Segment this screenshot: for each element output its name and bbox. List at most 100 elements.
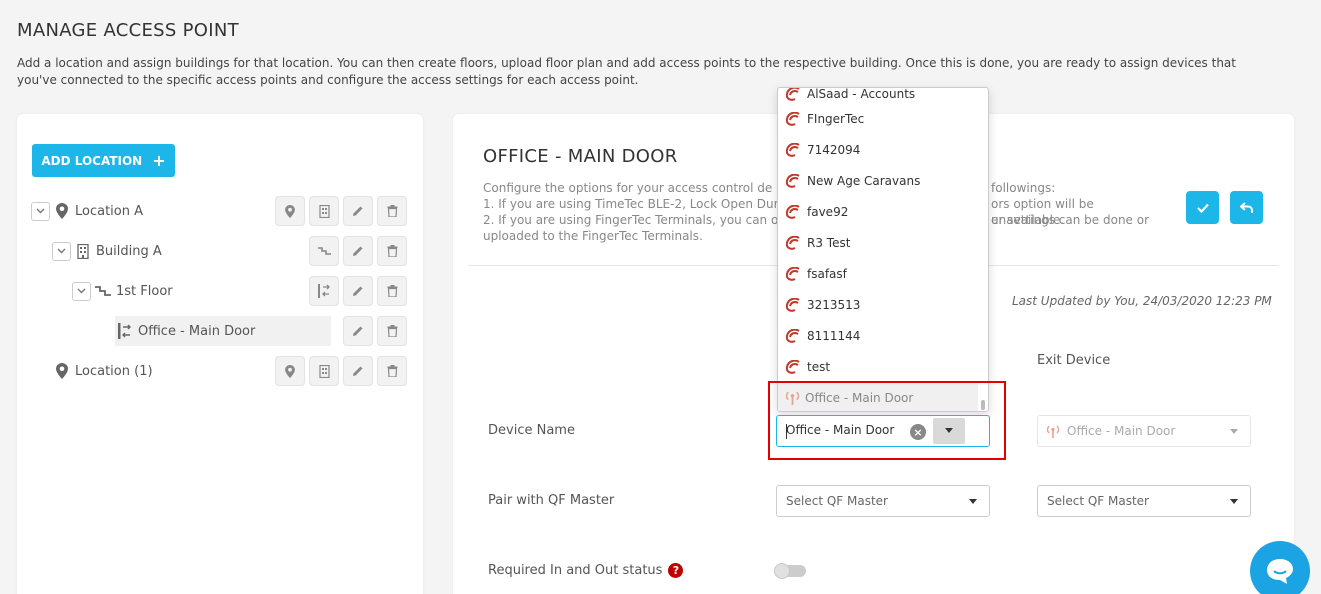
dropdown-option[interactable]: test bbox=[778, 351, 978, 382]
exit-device-select[interactable]: Office - Main Door bbox=[1037, 415, 1251, 447]
fingertec-logo-icon bbox=[786, 359, 801, 374]
fingertec-logo-icon bbox=[786, 235, 801, 250]
tree-node-location-a[interactable]: Location A bbox=[31, 196, 143, 226]
fingertec-logo-icon bbox=[786, 111, 801, 126]
delete-button[interactable] bbox=[377, 276, 407, 306]
antenna-icon bbox=[1047, 425, 1059, 438]
device-name-label-text: Device Name bbox=[488, 423, 575, 438]
trash-icon bbox=[387, 325, 397, 337]
check-icon bbox=[1196, 203, 1209, 213]
option-label: R3 Test bbox=[807, 235, 851, 250]
page-title: MANAGE ACCESS POINT bbox=[17, 20, 239, 41]
stairs-icon bbox=[317, 247, 331, 255]
dropdown-option[interactable]: FIngerTec bbox=[778, 103, 978, 134]
dropdown-option[interactable]: New Age Caravans bbox=[778, 165, 978, 196]
tree-node-office-main-door[interactable]: Office - Main Door bbox=[115, 316, 331, 346]
chat-widget-button[interactable] bbox=[1250, 541, 1310, 594]
option-label: fave92 bbox=[807, 204, 849, 219]
edit-button[interactable] bbox=[343, 196, 373, 226]
chat-bubble-icon bbox=[1267, 559, 1293, 584]
tree-node-label: 1st Floor bbox=[116, 283, 173, 299]
fingertec-logo-icon bbox=[786, 204, 801, 219]
description-line: 1. If you are using TimeTec BLE-2, Lock … bbox=[483, 197, 802, 211]
tree-node-building-a[interactable]: Building A bbox=[52, 236, 162, 266]
exit-qf-master-placeholder: Select QF Master bbox=[1047, 494, 1149, 508]
add-pin-button[interactable] bbox=[275, 196, 305, 226]
description-line: Configure the options for your access co… bbox=[483, 181, 773, 195]
trash-icon bbox=[387, 285, 397, 297]
annotation-highlight-box bbox=[768, 381, 1006, 460]
map-pin-icon bbox=[54, 363, 70, 379]
last-updated-text: Last Updated by You, 24/03/2020 12:23 PM bbox=[1012, 294, 1272, 308]
add-building-button[interactable] bbox=[309, 196, 339, 226]
entry-qf-master-placeholder: Select QF Master bbox=[786, 494, 888, 508]
fingertec-logo-icon bbox=[786, 266, 801, 281]
collapse-toggle[interactable] bbox=[52, 241, 71, 261]
collapse-toggle[interactable] bbox=[31, 201, 50, 221]
undo-icon bbox=[1240, 201, 1253, 213]
option-label: 8111144 bbox=[807, 328, 861, 343]
trash-icon bbox=[387, 365, 397, 377]
back-button[interactable] bbox=[1230, 191, 1263, 224]
device-dropdown-list[interactable]: AlSaad - Accounts FIngerTec 7142094 New … bbox=[777, 87, 989, 412]
add-door-button[interactable] bbox=[309, 276, 339, 306]
edit-button[interactable] bbox=[343, 236, 373, 266]
delete-button[interactable] bbox=[377, 196, 407, 226]
add-floor-button[interactable] bbox=[309, 236, 339, 266]
save-button[interactable] bbox=[1186, 191, 1219, 224]
entry-qf-master-select[interactable]: Select QF Master bbox=[776, 485, 990, 517]
add-location-button[interactable]: ADD LOCATION + bbox=[32, 144, 175, 177]
map-pin-icon bbox=[285, 364, 295, 378]
option-label: New Age Caravans bbox=[807, 173, 921, 188]
dropdown-option[interactable]: R3 Test bbox=[778, 227, 978, 258]
edit-button[interactable] bbox=[343, 316, 373, 346]
add-pin-button[interactable] bbox=[275, 356, 305, 386]
tree-node-location-1[interactable]: Location (1) bbox=[54, 356, 153, 386]
delete-button[interactable] bbox=[377, 236, 407, 266]
edit-button[interactable] bbox=[343, 276, 373, 306]
description-line: er settings can be done or bbox=[991, 213, 1150, 227]
fingertec-logo-icon bbox=[786, 328, 801, 343]
delete-button[interactable] bbox=[377, 316, 407, 346]
dropdown-option[interactable]: fsafasf bbox=[778, 258, 978, 289]
dropdown-option[interactable]: fave92 bbox=[778, 196, 978, 227]
option-label: 7142094 bbox=[807, 142, 861, 157]
door-icon bbox=[117, 323, 133, 339]
inout-status-toggle[interactable] bbox=[774, 563, 806, 579]
fingertec-logo-icon bbox=[786, 173, 801, 188]
trash-icon bbox=[387, 245, 397, 257]
tree-node-1st-floor[interactable]: 1st Floor bbox=[72, 276, 173, 306]
fingertec-logo-icon bbox=[786, 88, 801, 101]
location-tree-panel: ADD LOCATION + Location A Building A 1st… bbox=[17, 114, 423, 594]
access-point-title: OFFICE - MAIN DOOR bbox=[483, 146, 678, 167]
building-icon bbox=[318, 204, 330, 218]
help-icon[interactable]: ? bbox=[668, 563, 684, 578]
pair-label-text: Pair with QF Master bbox=[488, 493, 615, 508]
option-label: 3213513 bbox=[807, 297, 861, 312]
edit-button[interactable] bbox=[343, 356, 373, 386]
delete-button[interactable] bbox=[377, 356, 407, 386]
chevron-down-icon bbox=[1230, 499, 1238, 504]
building-icon bbox=[75, 243, 91, 259]
trash-icon bbox=[387, 205, 397, 217]
device-name-label: Device Name bbox=[488, 423, 575, 438]
dropdown-option[interactable]: 8111144 bbox=[778, 320, 978, 351]
dropdown-option[interactable]: 3213513 bbox=[778, 289, 978, 320]
description-line: 2. If you are using FingerTec Terminals,… bbox=[483, 213, 797, 227]
tree-node-label: Location (1) bbox=[75, 363, 153, 379]
collapse-toggle[interactable] bbox=[72, 281, 91, 301]
pencil-icon bbox=[353, 286, 363, 296]
exit-qf-master-select[interactable]: Select QF Master bbox=[1037, 485, 1251, 517]
inout-status-label: Required In and Out status ? bbox=[488, 563, 684, 578]
description-line: uploaded to the FingerTec Terminals. bbox=[483, 229, 703, 243]
inout-label-text: Required In and Out status bbox=[488, 563, 663, 578]
chevron-down-icon bbox=[969, 499, 977, 504]
plus-icon: + bbox=[152, 151, 166, 170]
option-label: fsafasf bbox=[807, 266, 847, 281]
dropdown-option[interactable]: 7142094 bbox=[778, 134, 978, 165]
description-line: followings: bbox=[991, 181, 1056, 195]
chevron-down-icon bbox=[1230, 429, 1238, 434]
fingertec-logo-icon bbox=[786, 142, 801, 157]
add-building-button[interactable] bbox=[309, 356, 339, 386]
map-pin-icon bbox=[54, 203, 70, 219]
